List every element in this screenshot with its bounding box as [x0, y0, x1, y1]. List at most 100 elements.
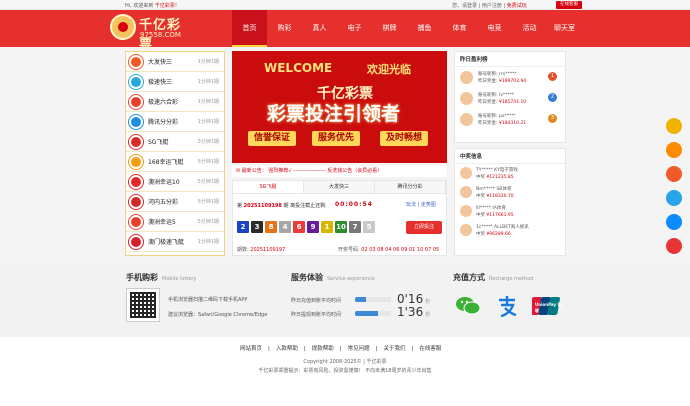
game-item[interactable]: SG飞艇 3分钟1期: [126, 132, 224, 152]
avatar: [460, 224, 472, 236]
recharge-method-heading: 充值方式 Recharge method: [453, 273, 534, 282]
profit-ranking: 昨日盈利榜 账号昵称: rrn***** 昨日奖金: ¥189703.94 1 账号昵…: [454, 51, 566, 143]
alipay-icon: [494, 293, 520, 319]
banner-slogan: 彩票投注引领者: [267, 103, 401, 125]
lottery-tab[interactable]: SG飞艇: [233, 181, 304, 193]
game-item[interactable]: 澳洲幸运5 5分钟1期: [126, 212, 224, 232]
footer-link[interactable]: 在线客服: [419, 346, 441, 352]
game-logo-icon: [129, 54, 143, 69]
winner-amount: 中奖 ¥118320.70: [476, 194, 514, 199]
withdraw-time-label: 昨日提现到账平均时间: [291, 312, 342, 318]
lottery-tabs: SG飞艇 大发快三 腾讯分分彩: [233, 181, 446, 194]
logo[interactable]: 千亿彩票 97558.COM: [110, 14, 192, 52]
free-trial-link[interactable]: 免费试玩: [507, 3, 527, 9]
nav-item[interactable]: 捕鱼: [407, 10, 442, 47]
game-item[interactable]: 河内五分彩 5分钟1期: [126, 192, 224, 212]
game-icon[interactable]: [666, 238, 682, 254]
game-name: SG飞艇: [148, 139, 169, 146]
game-name: 澳洲幸运5: [148, 219, 176, 226]
greeting: Hi, 欢迎来到 千亿彩票!: [125, 3, 177, 9]
result-balls: 2 3 8 4 6 9 1 10 7 5: [237, 221, 377, 233]
game-name: 河内五分彩: [148, 199, 179, 206]
winner-user: TY***** KY电子游戏: [476, 168, 518, 173]
game-item[interactable]: 168幸运飞艇 5分钟1期: [126, 152, 224, 172]
avatar: [460, 92, 473, 105]
game-logo-icon: [129, 174, 143, 189]
footer-link[interactable]: 入款帮助: [276, 346, 298, 352]
nav-item[interactable]: 首页: [232, 10, 267, 47]
ranking-user: 账号昵称: rrn*****: [478, 72, 517, 77]
rank-badge: 2: [548, 93, 557, 102]
service-experience-heading: 服务体验 Service experience: [291, 273, 375, 282]
rank-badge: 1: [548, 72, 557, 81]
game-interval: 5分钟1期: [197, 219, 219, 225]
play-rules-link[interactable]: 玩法 | 走势图: [406, 201, 436, 208]
winner-amount: 中奖 ¥121235.85: [476, 175, 514, 180]
mobile-lottery-heading: 手机购彩 Mobile lottery: [126, 273, 197, 282]
online-service-button[interactable]: 在线客服: [556, 1, 582, 9]
game-item[interactable]: 腾讯分分彩 1分钟1期: [126, 112, 224, 132]
nav-item[interactable]: 电子: [337, 10, 372, 47]
unionpay-label: UnionPay 银联: [535, 302, 562, 313]
nav-item[interactable]: 真人: [302, 10, 337, 47]
nav-item[interactable]: 体育: [442, 10, 477, 47]
game-logo-icon: [129, 214, 143, 229]
game-logo-icon: [129, 154, 143, 169]
footer-divider: |: [268, 346, 270, 352]
banner[interactable]: WELCOME 欢迎光临 千亿彩票 彩票投注引领者 信誉保证 服务优先 及时畅想: [232, 51, 447, 163]
game-logo-icon: [129, 114, 143, 129]
bet-now-button[interactable]: 立即投注: [406, 221, 442, 234]
user-icon[interactable]: [666, 214, 682, 230]
ranking-row: 账号昵称: po***** 昨日奖金: ¥184310.21 3: [455, 109, 565, 130]
banner-pill-timely: 及时畅想: [380, 131, 429, 146]
open-numbers: 开奖号码: 02 03 08 04 06 09 01 10 07 05: [338, 247, 440, 253]
lottery-tab[interactable]: 腾讯分分彩: [375, 181, 446, 193]
logo-domain: 97558.COM: [140, 31, 181, 39]
nav-item[interactable]: 棋牌: [372, 10, 407, 47]
account-links[interactable]: 您，请登录 | 用户注册 | 免费试玩: [452, 2, 527, 9]
chat-icon[interactable]: [666, 118, 682, 134]
rank-badge: 3: [548, 114, 557, 123]
gift-icon[interactable]: [666, 166, 682, 182]
nav-item[interactable]: 活动: [512, 10, 547, 47]
winner-row: lll***** IA体育 中奖 ¥117661.95: [455, 202, 565, 221]
copyright: Copyright 2008-2025© | 千亿彩票: [303, 359, 387, 365]
lottery-game-list: 大发快三 1分钟1期 极速快三 1分钟1期 极速六合彩 1分钟1期 腾讯分分彩 1分钟1期 SG…: [125, 51, 225, 256]
message-icon[interactable]: [666, 190, 682, 206]
footer-link[interactable]: 常见问题: [348, 346, 370, 352]
game-name: 澳洲幸运10: [148, 179, 180, 186]
result-ball: 7: [349, 221, 361, 233]
ranking-row: 账号昵称: lv***** 昨日奖金: ¥185741.10 2: [455, 88, 565, 109]
nav-item[interactable]: 聊天室: [547, 10, 582, 47]
game-item[interactable]: 澳门极速飞艇 1分钟1期: [126, 232, 224, 252]
avatar: [460, 113, 473, 126]
headset-icon[interactable]: [666, 142, 682, 158]
avatar: [460, 71, 473, 84]
banner-welcome-cn: 欢迎光临: [367, 63, 411, 76]
lottery-tab[interactable]: 大发快三: [304, 181, 375, 193]
deposit-time-bar: [355, 297, 391, 302]
game-item[interactable]: 澳洲幸运10 5分钟1期: [126, 172, 224, 192]
nav-item[interactable]: 电竞: [477, 10, 512, 47]
footer-link[interactable]: 网站首页: [240, 346, 262, 352]
game-name: 极速六合彩: [148, 99, 179, 106]
game-name: 澳门极速飞艇: [148, 239, 185, 246]
game-item[interactable]: 极速六合彩 1分钟1期: [126, 92, 224, 112]
disclaimer: 千亿彩票郑重提示：彩票有风险，投资需谨慎！ 不向未满18周岁的青少年出售: [258, 368, 432, 374]
mobile-line-1: 手机浏览器扫描二维码下载手机APP: [168, 297, 248, 303]
ranking-user: 账号昵称: po*****: [478, 114, 516, 119]
banner-pill-service: 服务优先: [312, 131, 361, 146]
footer-link[interactable]: 提款帮助: [312, 346, 334, 352]
game-interval: 5分钟1期: [197, 159, 219, 165]
notice-bar[interactable]: ✉ 最新公告： 强烈推荐√ ------------------ 反洗钱公告（会…: [232, 166, 447, 177]
game-interval: 1分钟1期: [197, 99, 219, 105]
countdown: 00:00:54: [335, 201, 373, 208]
footer-link[interactable]: 关于我们: [384, 346, 406, 352]
footer-divider: |: [339, 346, 342, 352]
footer-links: 网站首页 | 入款帮助 | 提款帮助 | 常见问题 | 关于我们 | 在线客服: [240, 344, 447, 352]
game-item[interactable]: 极速快三 1分钟1期: [126, 72, 224, 92]
game-item[interactable]: 大发快三 1分钟1期: [126, 52, 224, 72]
nav-item[interactable]: 购彩: [267, 10, 302, 47]
game-logo-icon: [129, 234, 143, 249]
menu: 首页 购彩 真人 电子 棋牌 捕鱼 体育 电竞 活动 聊天室: [232, 10, 582, 47]
